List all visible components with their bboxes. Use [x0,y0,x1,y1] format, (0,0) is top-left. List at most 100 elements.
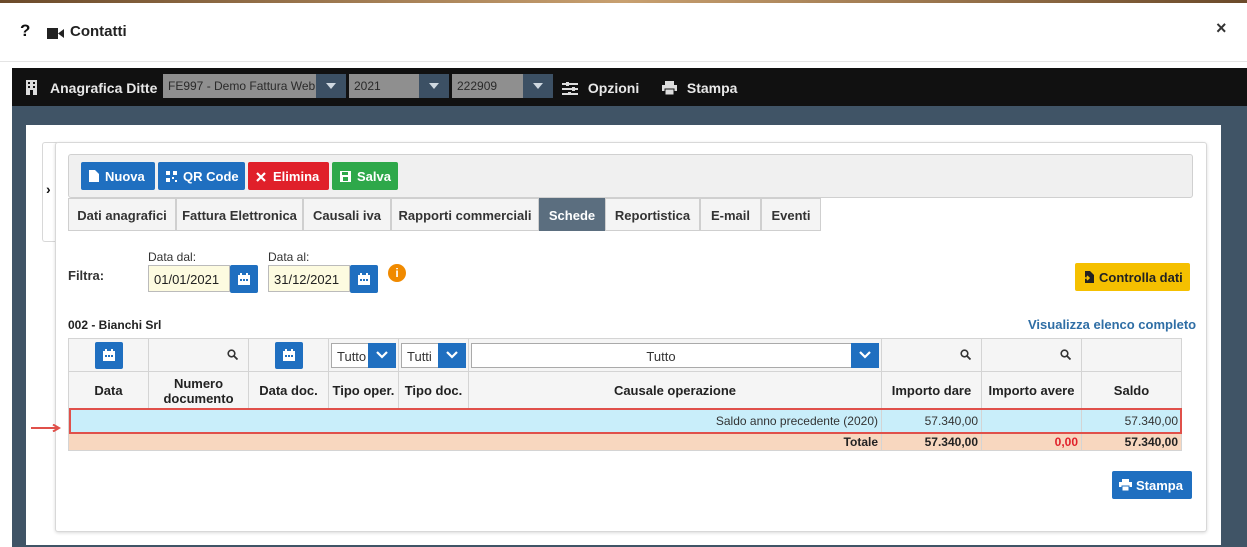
building-icon [26,80,37,98]
delete-button[interactable]: Elimina [248,162,329,190]
causale-value: Tutto [646,349,676,364]
tab-email[interactable]: E-mail [700,198,761,231]
chevron-down-icon[interactable] [523,74,553,98]
column-header-data[interactable]: Data [68,371,149,410]
filter-cell-tipo-oper: Tutto [328,338,399,372]
year-select[interactable]: 2021 [349,74,449,98]
sliders-icon [562,82,578,95]
date-from-value: 01/01/2021 [154,272,220,287]
options-menu[interactable]: Opzioni [562,80,639,96]
printer-icon [662,81,677,96]
filter-cell-avere[interactable] [981,338,1082,372]
tab-rapporti-commerciali[interactable]: Rapporti commerciali [391,198,539,231]
calendar-icon [282,349,295,361]
document-type-select[interactable]: Tutti [401,343,466,368]
chevron-down-icon[interactable] [419,74,449,98]
column-header-tipo-doc[interactable]: Tipo doc. [398,371,469,410]
column-header-data-doc[interactable]: Data doc. [248,371,329,410]
qr-code-button[interactable]: QR Code [158,162,245,190]
tab-causali-iva[interactable]: Causali iva [303,198,391,231]
options-label: Opzioni [587,80,640,96]
table-row[interactable]: Saldo anno precedente (2020) 57.340,00 5… [68,409,1182,433]
totals-label: Totale [68,432,882,451]
tab-dati-anagrafici[interactable]: Dati anagrafici [68,198,176,231]
help-icon[interactable]: ? [20,21,30,41]
filter-cell-data [68,338,149,372]
header-row: Data Numero documento Data doc. Tipo ope… [68,371,1182,410]
save-button[interactable]: Salva [332,162,398,190]
column-header-saldo[interactable]: Saldo [1081,371,1182,410]
column-header-numero-documento[interactable]: Numero documento [148,371,249,410]
date-to-input[interactable]: 31/12/2021 [268,265,350,292]
close-icon[interactable]: × [1216,18,1227,39]
filter-cell-tipo-doc: Tutti [398,338,469,372]
window-header: ? Contatti × [0,3,1247,62]
totals-dare: 57.340,00 [881,432,982,451]
filter-cell-numero[interactable] [148,338,249,372]
row-causale: Saldo anno precedente (2020) [68,409,882,433]
calendar-icon [238,273,250,285]
date-from-label: Data dal: [148,250,197,264]
file-icon [89,170,99,185]
printer-icon [1119,479,1132,491]
date-from-calendar-button[interactable] [230,265,258,293]
row-saldo: 57.340,00 [1081,409,1182,433]
filter-cell-saldo [1081,338,1182,372]
column-header-importo-avere[interactable]: Importo avere [981,371,1082,410]
window-title: Contatti [70,23,127,40]
new-button[interactable]: Nuova [81,162,155,190]
code-select[interactable]: 222909 [452,74,553,98]
operation-type-select[interactable]: Tutto [331,343,396,368]
search-icon[interactable] [1060,348,1072,363]
chevron-down-icon[interactable] [316,74,346,98]
print-menu[interactable]: Stampa [662,80,737,96]
company-select[interactable]: FE997 - Demo Fattura Web [163,74,346,98]
app-header-bar: Anagrafica Ditte FE997 - Demo Fattura We… [12,68,1247,106]
print-label: Stampa [686,80,738,96]
filter-cell-data-doc [248,338,329,372]
new-button-label: Nuova [105,169,145,184]
date-to-calendar-button[interactable] [350,265,378,293]
column-header-importo-dare[interactable]: Importo dare [881,371,982,410]
x-icon [256,170,266,185]
document-type-value: Tutti [407,349,432,364]
app-title: Anagrafica Ditte [50,80,158,96]
totals-avere: 0,00 [981,432,1082,451]
date-filter-calendar-button[interactable] [94,342,123,369]
date-to-value: 31/12/2021 [274,272,340,287]
search-icon[interactable] [227,348,239,363]
filter-label: Filtra: [68,268,105,283]
row-avere [981,409,1082,433]
tab-fattura-elettronica[interactable]: Fattura Elettronica [176,198,303,231]
chevron-down-icon[interactable] [438,343,466,368]
column-header-causale[interactable]: Causale operazione [468,371,882,410]
chevron-right-icon[interactable]: › [46,181,51,197]
tab-schede[interactable]: Schede [539,198,605,231]
print-button[interactable]: Stampa [1112,471,1192,499]
video-camera-icon[interactable] [47,27,64,42]
date-to-label: Data al: [268,250,310,264]
operation-type-value: Tutto [337,349,367,364]
info-icon[interactable]: i [388,264,406,282]
chevron-down-icon[interactable] [368,343,396,368]
view-full-list-link[interactable]: Visualizza elenco completo [1028,317,1196,332]
date-from-input[interactable]: 01/01/2021 [148,265,230,292]
print-button-label: Stampa [1136,478,1183,493]
chevron-down-icon[interactable] [851,343,879,368]
save-button-label: Salva [357,169,391,184]
doc-date-filter-calendar-button[interactable] [274,342,303,369]
filter-cell-dare[interactable] [881,338,982,372]
totals-row: Totale 57.340,00 0,00 57.340,00 [68,432,1182,451]
company-select-value: FE997 - Demo Fattura Web [168,79,316,93]
search-icon[interactable] [960,348,972,363]
column-header-tipo-oper[interactable]: Tipo oper. [328,371,399,410]
calendar-icon [102,349,115,361]
ledger-grid: Tutto Tutti Tutto Data Numero documento … [68,338,1182,451]
totals-saldo: 57.340,00 [1081,432,1182,451]
tab-eventi[interactable]: Eventi [761,198,821,231]
qrcode-icon [166,170,177,185]
row-dare: 57.340,00 [881,409,982,433]
check-data-button[interactable]: Controlla dati [1075,263,1190,291]
causale-select[interactable]: Tutto [471,343,879,368]
tab-reportistica[interactable]: Reportistica [605,198,700,231]
